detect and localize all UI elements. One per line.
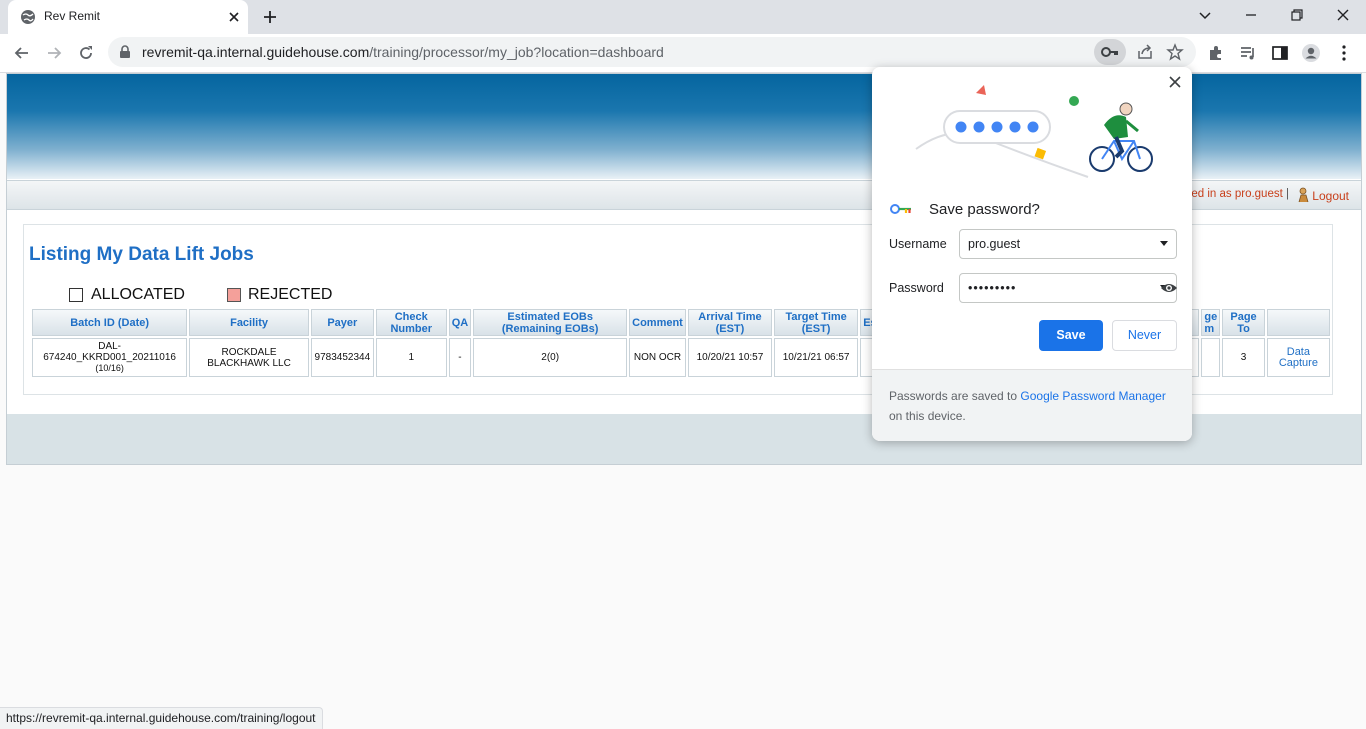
media-queue-icon[interactable]: [1238, 43, 1258, 63]
col-qa[interactable]: QA: [448, 309, 472, 336]
username-field[interactable]: pro.guest: [959, 229, 1177, 259]
cell-estimated-eobs: 2(0): [473, 338, 628, 377]
close-window-icon[interactable]: [1335, 7, 1351, 23]
forward-arrow-icon[interactable]: [44, 43, 64, 63]
reload-icon[interactable]: [76, 43, 96, 63]
cell-page-from-hidden: [1201, 338, 1221, 377]
logout-person-icon[interactable]: [1297, 187, 1311, 203]
legend-rejected-label: REJECTED: [248, 286, 333, 303]
col-check-number[interactable]: Check Number: [375, 309, 447, 336]
cell-check-number: 1: [375, 338, 447, 377]
password-illustration-icon: [915, 85, 1153, 178]
cell-payer: 9783452344: [310, 338, 374, 377]
col-batch-id[interactable]: Batch ID (Date): [32, 309, 188, 336]
address-bar[interactable]: revremit-qa.internal.guidehouse.com/trai…: [108, 37, 1196, 67]
show-password-eye-icon[interactable]: [1160, 282, 1178, 294]
cell-page-to: 3: [1222, 338, 1265, 377]
password-key-button[interactable]: [1094, 39, 1126, 65]
close-tab-icon[interactable]: [226, 9, 242, 25]
col-target-time[interactable]: Target Time (EST): [774, 309, 859, 336]
password-label: Password: [889, 281, 944, 295]
profile-avatar-icon[interactable]: [1301, 43, 1321, 63]
save-password-dialog: Save password? Username pro.guest Passwo…: [872, 67, 1192, 441]
side-panel-icon[interactable]: [1270, 43, 1290, 63]
status-url-bubble: https://revremit-qa.internal.guidehouse.…: [0, 707, 323, 729]
browser-tab[interactable]: Rev Remit: [8, 0, 248, 34]
bookmark-star-icon[interactable]: [1166, 43, 1184, 61]
col-page-to[interactable]: Page To: [1222, 309, 1265, 336]
url-text[interactable]: revremit-qa.internal.guidehouse.com/trai…: [142, 44, 664, 60]
col-payer[interactable]: Payer: [310, 309, 374, 336]
username-dropdown-icon[interactable]: [1160, 241, 1168, 246]
lock-icon[interactable]: [118, 45, 132, 59]
google-key-icon: [890, 204, 911, 214]
cell-arrival-time: 10/20/21 10:57: [687, 338, 773, 377]
never-button[interactable]: Never: [1112, 320, 1177, 351]
page-title: Listing My Data Lift Jobs: [29, 244, 254, 265]
col-action: [1266, 309, 1330, 336]
col-page-from-partial[interactable]: ge m: [1201, 309, 1221, 336]
extensions-puzzle-icon[interactable]: [1206, 43, 1226, 63]
dialog-title: Save password?: [929, 201, 1040, 218]
save-button[interactable]: Save: [1039, 320, 1103, 351]
back-arrow-icon[interactable]: [12, 43, 32, 63]
tab-strip: Rev Remit: [0, 0, 1366, 34]
col-estimated-eobs[interactable]: Estimated EOBs (Remaining EOBs): [473, 309, 628, 336]
cell-comment: NON OCR: [629, 338, 686, 377]
legend-allocated-swatch: [69, 288, 83, 302]
logged-in-text: ged in as pro.guest |: [1184, 188, 1289, 200]
cell-target-time: 10/21/21 06:57: [774, 338, 859, 377]
key-icon: [1101, 47, 1118, 57]
username-value: pro.guest: [968, 237, 1021, 251]
password-manager-link[interactable]: Google Password Manager: [1020, 389, 1165, 403]
cell-facility: ROCKDALE BLACKHAWK LLC: [189, 338, 309, 377]
col-arrival-time[interactable]: Arrival Time (EST): [687, 309, 773, 336]
cell-batch-id: DAL-674240_KKRD001_20211016 (10/16): [32, 338, 188, 377]
password-field[interactable]: •••••••••: [959, 273, 1177, 303]
legend-rejected-swatch: [227, 288, 241, 302]
menu-kebab-icon[interactable]: [1334, 43, 1354, 63]
tab-title: Rev Remit: [44, 9, 101, 23]
footer-text: Passwords are saved to Google Password M…: [889, 389, 1166, 423]
cell-qa: -: [448, 338, 472, 377]
new-tab-icon[interactable]: [262, 9, 278, 25]
minimize-icon[interactable]: [1243, 7, 1259, 23]
globe-icon: [21, 10, 35, 24]
col-comment[interactable]: Comment: [629, 309, 686, 336]
share-icon[interactable]: [1136, 43, 1154, 61]
close-icon[interactable]: [1168, 75, 1182, 89]
legend-allocated-label: ALLOCATED: [91, 286, 185, 303]
data-capture-link[interactable]: Data Capture: [1266, 338, 1330, 377]
logout-link[interactable]: Logout: [1312, 189, 1349, 203]
password-value: •••••••••: [968, 281, 1017, 295]
dialog-footer: Passwords are saved to Google Password M…: [872, 369, 1192, 441]
username-label: Username: [889, 237, 947, 251]
col-facility[interactable]: Facility: [189, 309, 309, 336]
tab-search-chevron-icon[interactable]: [1197, 7, 1213, 23]
restore-icon[interactable]: [1289, 7, 1305, 23]
